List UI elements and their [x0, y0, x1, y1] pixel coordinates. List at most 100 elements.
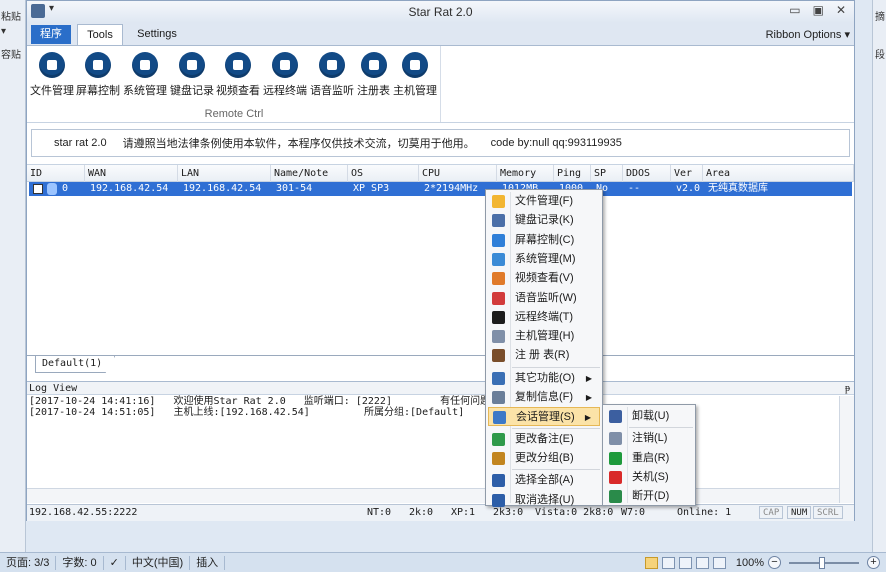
menu-item-megaphone[interactable]: 语音监听(W): [488, 289, 600, 308]
window-controls: ▭ ▣ ✕: [789, 3, 846, 17]
zoom-in-button[interactable]: +: [867, 556, 880, 569]
language-indicator[interactable]: 中文(中国): [126, 555, 191, 570]
title-bar[interactable]: ▾ Star Rat 2.0 ▭ ▣ ✕: [27, 1, 854, 23]
user-icon: [47, 183, 57, 195]
menu-item-restart[interactable]: 重启(R): [605, 449, 693, 468]
paste-dropdown[interactable]: ▾: [1, 26, 6, 37]
menu-item-host[interactable]: 主机管理(H): [488, 327, 600, 346]
tab-tools[interactable]: Tools: [77, 24, 123, 45]
zoom-out-button[interactable]: −: [768, 556, 781, 569]
chat-bubble-icon: [272, 52, 298, 78]
ribbon-panel: 文件管理 屏幕控制 系统管理 键盘记录 视频查看 远程终端 语音监听 注册表 主…: [27, 45, 854, 123]
app-status-bar: 192.168.42.55:2222 NT:0 2k:0 XP:1 2k3:0 …: [27, 504, 854, 521]
outline-view-icon[interactable]: [695, 556, 709, 569]
caps-lock-indicator: CAP: [759, 506, 784, 519]
cell-wan: 192.168.42.54: [90, 183, 169, 194]
ribbon-host-manager-button[interactable]: 主机管理: [393, 52, 437, 98]
column-os[interactable]: OS: [348, 165, 419, 182]
menu-item-disconnect[interactable]: 断开(D): [605, 487, 693, 506]
menu-item-logoff[interactable]: 注销(L): [605, 429, 693, 448]
ribbon-keylogger-button[interactable]: 键盘记录: [170, 52, 214, 98]
ribbon-screen-control-button[interactable]: 屏幕控制: [76, 52, 120, 98]
column-name-note[interactable]: Name/Note: [271, 165, 348, 182]
menu-item-uncheck[interactable]: 取消选择(U): [488, 491, 600, 510]
monitor-icon: [85, 52, 111, 78]
menu-item-label: 取消选择(U): [515, 493, 575, 506]
menu-item-label: 关机(S): [632, 470, 669, 483]
log-vertical-scrollbar[interactable]: [839, 396, 854, 503]
page-count[interactable]: 页面: 3/3: [0, 555, 57, 570]
column-memory[interactable]: Memory: [497, 165, 554, 182]
draft-view-icon[interactable]: [712, 556, 726, 569]
menu-item-note[interactable]: 更改备注(E): [488, 430, 600, 449]
group-tab-default[interactable]: Default(1): [35, 356, 116, 373]
zoom-slider-thumb[interactable]: [819, 556, 825, 569]
zoom-slider[interactable]: [789, 556, 859, 569]
column-area[interactable]: Area: [703, 165, 854, 182]
web-layout-view-icon[interactable]: [678, 556, 692, 569]
menu-item-label: 重启(R): [632, 451, 670, 464]
ribbon-system-manager-button[interactable]: 系统管理: [123, 52, 167, 98]
menu-item-label: 注销(L): [632, 432, 668, 445]
menu-item-folder[interactable]: 文件管理(F): [488, 192, 600, 211]
print-layout-view-icon[interactable]: [644, 556, 658, 569]
menu-item-tools[interactable]: 其它功能(O) ▶: [488, 369, 600, 388]
cell-ver: v2.0: [676, 183, 701, 194]
menu-item-check-all[interactable]: 选择全部(A): [488, 471, 600, 490]
menu-item-shutdown[interactable]: 关机(S): [605, 468, 693, 487]
column-cpu[interactable]: CPU: [419, 165, 497, 182]
ribbon-video-view-button[interactable]: 视频查看: [216, 52, 260, 98]
tab-application[interactable]: 程序: [31, 25, 71, 44]
tools-icon: [492, 371, 505, 385]
menu-item-label: 更改分组(B): [515, 451, 574, 464]
log-text-area[interactable]: [2017-10-24 14:41:16] 欢迎使用Star Rat 2.0 监…: [27, 396, 839, 488]
column-ddos[interactable]: DDOS: [623, 165, 671, 182]
ribbon-registry-button[interactable]: 注册表: [357, 52, 390, 98]
menu-item-label: 屏幕控制(C): [515, 233, 575, 246]
notice-banner: star rat 2.0 请遵照当地法律条例使用本软件，本程序仅供技术交流，切莫…: [31, 129, 850, 157]
tab-settings[interactable]: Settings: [129, 25, 185, 44]
log-horizontal-scrollbar[interactable]: [27, 488, 839, 503]
download-arrow-icon: [360, 52, 387, 78]
menu-item-copy[interactable]: 复制信息(F) ▶: [488, 388, 600, 407]
log-view-header: Log View ᵽ: [27, 381, 854, 395]
menu-item-group[interactable]: 更改分组(B): [488, 449, 600, 468]
pin-icon[interactable]: ᵽ: [845, 382, 850, 395]
minimize-button[interactable]: ▭: [789, 3, 800, 17]
menu-item-session[interactable]: 会话管理(S) ▶: [488, 407, 600, 427]
ribbon-file-manager-button[interactable]: 文件管理: [30, 52, 74, 98]
log-line: [2017-10-24 14:41:16] 欢迎使用Star Rat 2.0 监…: [29, 396, 551, 407]
group-icon: [492, 451, 505, 465]
row-checkbox[interactable]: [33, 184, 43, 194]
menu-item-uninstall[interactable]: 卸载(U): [605, 407, 693, 426]
menu-item-terminal[interactable]: 远程终端(T): [488, 308, 600, 327]
column-id[interactable]: ID: [27, 165, 85, 182]
zoom-level[interactable]: 100%: [736, 557, 764, 569]
menu-item-webcam[interactable]: 视频查看(V): [488, 269, 600, 288]
menu-item-gears[interactable]: 系统管理(M): [488, 250, 600, 269]
column-ver[interactable]: Ver: [671, 165, 703, 182]
proofing-icon[interactable]: ✓: [104, 555, 126, 570]
ribbon-audio-listen-button[interactable]: 语音监听: [310, 52, 354, 98]
full-screen-view-icon[interactable]: [661, 556, 675, 569]
gears-icon: [492, 252, 505, 266]
column-wan[interactable]: WAN: [85, 165, 178, 182]
ribbon-remote-terminal-button[interactable]: 远程终端: [263, 52, 307, 98]
monitor-icon: [492, 233, 505, 247]
menu-item-label: 会话管理(S): [516, 411, 575, 424]
banner-credits: code by:null qq:993119935: [490, 137, 622, 149]
equalizer-icon: [319, 52, 345, 78]
close-button[interactable]: ✕: [836, 3, 846, 17]
menu-item-keyboard[interactable]: 键盘记录(K): [488, 211, 600, 230]
insert-mode[interactable]: 插入: [190, 555, 226, 570]
ribbon-options-button[interactable]: Ribbon Options ▾: [766, 28, 850, 41]
table-row[interactable]: 0 192.168.42.54 192.168.42.54 301-54 XP …: [29, 182, 852, 196]
column-sp[interactable]: SP: [591, 165, 623, 182]
column-ping[interactable]: Ping: [554, 165, 591, 182]
menu-item-magnifier[interactable]: 注 册 表(R): [488, 346, 600, 365]
menu-item-monitor[interactable]: 屏幕控制(C): [488, 231, 600, 250]
maximize-button[interactable]: ▣: [813, 3, 824, 17]
host-list-header: ID WAN LAN Name/Note OS CPU Memory Ping …: [27, 164, 854, 182]
column-lan[interactable]: LAN: [178, 165, 271, 182]
word-count[interactable]: 字数: 0: [56, 555, 104, 570]
